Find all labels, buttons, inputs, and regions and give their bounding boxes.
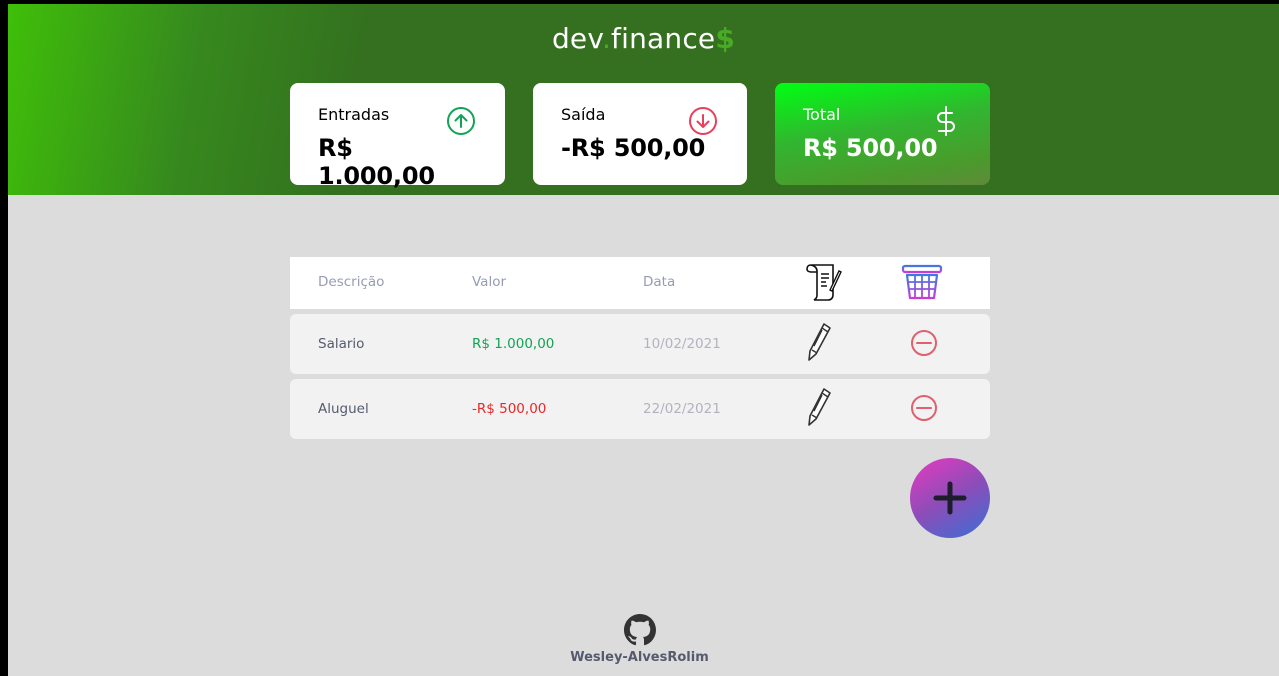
document-icon [806, 264, 842, 301]
column-header-value: Valor [472, 274, 507, 290]
transaction-date: 22/02/2021 [643, 401, 721, 417]
app-page: dev.finance$ Entradas R$ 1.000,00 Saída … [8, 4, 1279, 676]
add-transaction-button[interactable] [910, 458, 990, 538]
logo: dev.finance$ [8, 22, 1279, 55]
remove-transaction-icon[interactable] [910, 329, 938, 357]
github-username-link[interactable]: Wesley-AlvesRolim [8, 650, 1271, 665]
table-row: Aluguel -R$ 500,00 22/02/2021 [290, 379, 990, 439]
basket-icon [901, 264, 943, 300]
income-card: Entradas R$ 1.000,00 [290, 83, 505, 190]
pencil-icon[interactable] [806, 387, 832, 427]
income-value: R$ 1.000,00 [318, 134, 435, 190]
arrow-down-circle-icon [689, 107, 717, 135]
logo-dollar: $ [715, 22, 736, 55]
transactions-table-header: Descrição Valor Data [290, 257, 990, 309]
arrow-up-circle-icon [447, 107, 475, 135]
plus-icon [933, 481, 967, 515]
total-value: R$ 500,00 [803, 134, 938, 162]
expense-value: -R$ 500,00 [561, 134, 706, 162]
total-card: Total R$ 500,00 [775, 83, 990, 185]
transaction-description: Aluguel [318, 401, 369, 417]
dollar-sign-icon [937, 106, 955, 136]
column-header-description: Descrição [318, 274, 385, 290]
table-row: Salario R$ 1.000,00 10/02/2021 [290, 314, 990, 374]
column-header-date: Data [643, 274, 676, 290]
transaction-date: 10/02/2021 [643, 336, 721, 352]
transaction-amount: R$ 1.000,00 [472, 336, 555, 352]
logo-text-dev: dev [551, 22, 602, 55]
transaction-description: Salario [318, 336, 365, 352]
logo-dot: . [601, 22, 612, 55]
pencil-icon[interactable] [806, 322, 832, 362]
transaction-amount: -R$ 500,00 [472, 401, 547, 417]
github-icon[interactable] [624, 614, 656, 646]
remove-transaction-icon[interactable] [910, 394, 938, 422]
expense-card: Saída -R$ 500,00 [533, 83, 747, 185]
logo-text-finance: finance [611, 22, 716, 55]
